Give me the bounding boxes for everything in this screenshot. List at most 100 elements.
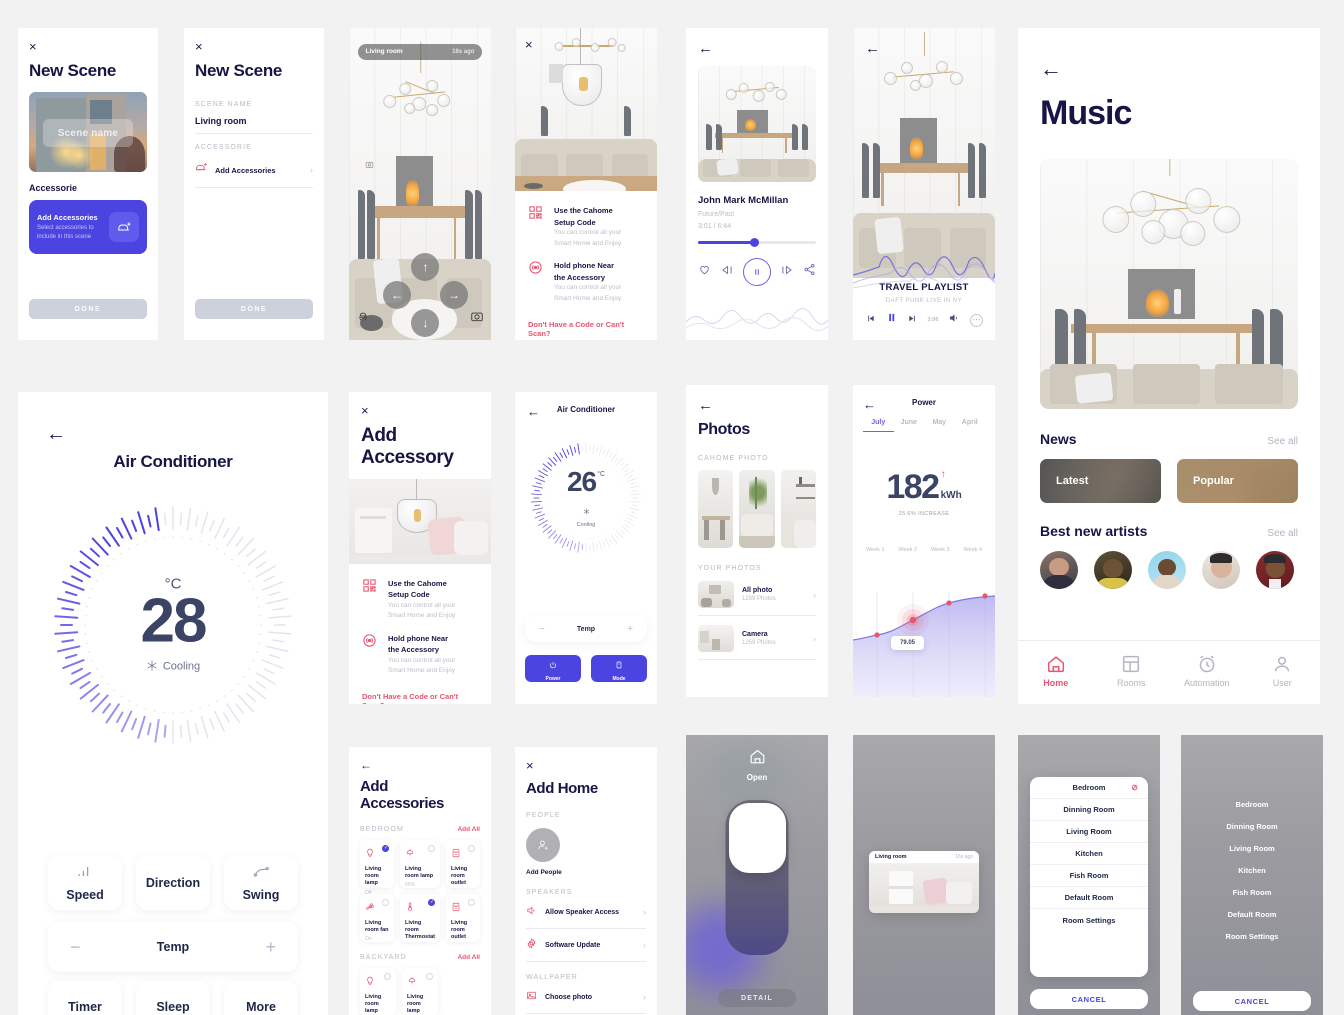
back-icon[interactable]: ← xyxy=(863,398,876,411)
scene-name-input[interactable]: Scene name xyxy=(43,119,133,148)
accessory-card[interactable]: Living room outlet xyxy=(445,893,480,942)
back-icon[interactable]: ← xyxy=(698,398,816,413)
list-item[interactable]: Default Room xyxy=(1030,887,1148,909)
share-icon[interactable] xyxy=(803,263,816,281)
no-code-link[interactable]: Don't Have a Code or Can't Scan? xyxy=(362,692,478,704)
back-icon[interactable]: ← xyxy=(360,759,480,771)
accessory-card[interactable]: Living room outlet xyxy=(445,839,480,888)
tab-april[interactable]: April xyxy=(955,419,986,432)
selection-radio[interactable] xyxy=(382,898,390,906)
selection-radio[interactable] xyxy=(468,898,475,906)
tab-may[interactable]: May xyxy=(924,419,955,432)
skip-next-icon[interactable] xyxy=(907,311,918,329)
volume-icon[interactable] xyxy=(948,311,960,329)
tab-automation[interactable]: Automation xyxy=(1169,653,1245,704)
row-software-update[interactable]: Software Update › xyxy=(526,929,646,961)
cancel-button[interactable]: CANCEL xyxy=(1193,991,1311,1011)
accessory-card[interactable]: Living room lamp 60% xyxy=(402,967,438,1015)
scene-name-input[interactable]: Living room xyxy=(195,116,313,126)
back-icon[interactable]: ← xyxy=(1040,58,1298,80)
camera-icon[interactable] xyxy=(470,309,484,328)
detail-button[interactable]: DETAIL xyxy=(718,989,796,1007)
list-item[interactable]: Room Settings xyxy=(1181,925,1323,947)
done-button[interactable]: DONE xyxy=(29,299,147,319)
seek-knob[interactable] xyxy=(749,238,759,247)
selection-radio[interactable] xyxy=(384,972,391,980)
row-allow-speaker-access[interactable]: Allow Speaker Access › xyxy=(526,896,646,928)
avatar[interactable] xyxy=(1040,551,1078,589)
list-item[interactable]: Living Room xyxy=(1181,837,1323,859)
light-icon[interactable] xyxy=(356,309,370,328)
list-item[interactable]: Living Room xyxy=(1030,821,1148,843)
control-sleep[interactable]: Sleep xyxy=(136,981,210,1015)
close-icon[interactable]: × xyxy=(525,38,533,51)
selection-radio[interactable] xyxy=(427,898,435,906)
close-icon[interactable]: × xyxy=(526,759,646,772)
accessory-card[interactable]: Living room Thermostat xyxy=(400,893,440,942)
news-see-all[interactable]: See all xyxy=(1267,436,1298,447)
skip-previous-icon[interactable] xyxy=(865,311,876,329)
temp-stepper[interactable]: − Temp + xyxy=(525,616,647,642)
photo-thumbnail[interactable] xyxy=(780,470,816,549)
avatar[interactable] xyxy=(1094,551,1132,589)
pause-button[interactable] xyxy=(743,258,771,286)
row-choose-photo[interactable]: Choose photo › xyxy=(526,981,646,1013)
no-code-link[interactable]: Don't Have a Code or Can't Scan? xyxy=(528,320,644,338)
heart-icon[interactable] xyxy=(698,263,711,281)
accessory-card[interactable]: Living room fan On xyxy=(360,893,395,942)
more-icon[interactable]: ··· xyxy=(970,313,983,327)
selection-radio[interactable] xyxy=(468,844,475,852)
scene-image[interactable]: Scene name xyxy=(29,92,147,172)
selection-radio[interactable] xyxy=(427,844,435,852)
list-item[interactable]: Bedroom ⊘ xyxy=(1030,777,1148,799)
decrease-temp-button[interactable]: − xyxy=(539,624,545,635)
list-item[interactable]: Kitchen xyxy=(1181,859,1323,881)
add-people-button[interactable] xyxy=(526,828,560,863)
open-slider-knob[interactable] xyxy=(728,803,786,873)
add-accessories-card[interactable]: Add Accessories Select accessories to in… xyxy=(29,200,147,254)
pan-up-button[interactable]: ↑ xyxy=(411,252,440,281)
list-item[interactable]: Bedroom xyxy=(1181,793,1323,815)
close-icon[interactable]: × xyxy=(195,40,313,53)
list-item[interactable]: Dinning Room xyxy=(1181,815,1323,837)
seek-slider[interactable] xyxy=(698,238,816,247)
back-icon[interactable]: ← xyxy=(865,41,880,56)
tab-home[interactable]: Home xyxy=(1018,653,1094,704)
add-accessories-row[interactable]: Add Accessories › xyxy=(195,161,313,179)
back-icon[interactable]: ← xyxy=(698,41,816,56)
temp-stepper[interactable]: − Temp + xyxy=(48,922,298,972)
increase-temp-button[interactable]: + xyxy=(265,937,276,958)
room-card[interactable]: Living room 16s ago xyxy=(869,851,979,913)
control-swing[interactable]: Swing xyxy=(224,856,298,910)
back-icon[interactable]: ← xyxy=(527,405,540,418)
news-card-popular[interactable]: Popular xyxy=(1177,459,1298,503)
album-row[interactable]: Camera 1259 Photos › xyxy=(698,625,816,653)
list-item[interactable]: Dinning Room xyxy=(1030,799,1148,821)
add-all-button[interactable]: Add All xyxy=(457,954,480,961)
list-item[interactable]: Fish Room xyxy=(1030,865,1148,887)
tab-june[interactable]: June xyxy=(894,419,925,432)
pause-button[interactable] xyxy=(886,311,897,329)
increase-temp-button[interactable]: + xyxy=(627,624,633,635)
tab-rooms[interactable]: Rooms xyxy=(1094,653,1170,704)
temperature-dial[interactable]: 26 °C Cooling xyxy=(528,440,644,556)
rewind-icon[interactable] xyxy=(720,263,734,282)
power-button[interactable]: Power xyxy=(525,655,581,682)
open-slider-track[interactable] xyxy=(725,800,789,955)
done-button[interactable]: DONE xyxy=(195,299,313,319)
back-icon[interactable]: ← xyxy=(46,424,66,444)
decrease-temp-button[interactable]: − xyxy=(70,937,81,958)
pan-left-button[interactable]: ← xyxy=(383,280,412,309)
control-timer[interactable]: Timer xyxy=(48,981,122,1015)
avatar[interactable] xyxy=(1148,551,1186,589)
accessory-card[interactable]: Living room lamp 60% xyxy=(400,839,440,888)
album-row[interactable]: All photo 1259 Photos › xyxy=(698,581,816,609)
close-icon[interactable]: × xyxy=(361,404,479,417)
accessory-card[interactable]: Living room lamp Off xyxy=(360,839,395,896)
mode-button[interactable]: Mode xyxy=(591,655,647,682)
list-item[interactable]: Kitchen xyxy=(1030,843,1148,865)
control-more[interactable]: More xyxy=(224,981,298,1015)
artists-see-all[interactable]: See all xyxy=(1267,528,1298,539)
tab-july[interactable]: July xyxy=(863,419,894,432)
list-item[interactable]: Fish Room xyxy=(1181,881,1323,903)
